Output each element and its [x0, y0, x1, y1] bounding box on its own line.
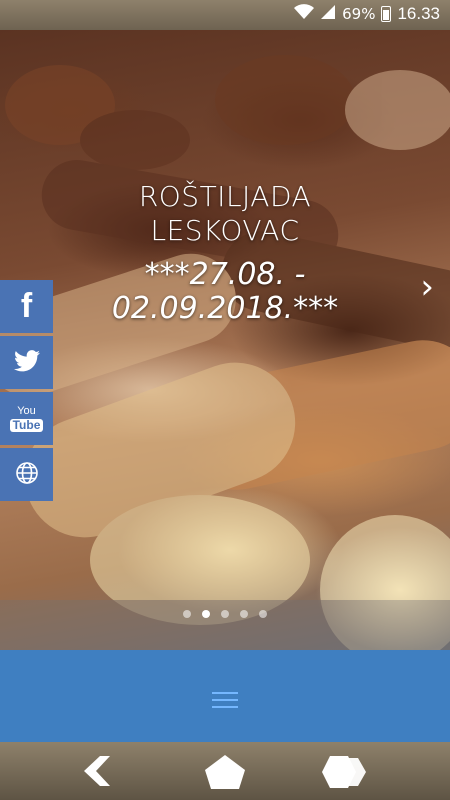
- facebook-button[interactable]: f: [0, 280, 53, 333]
- status-bar: 69% 16.33: [0, 0, 450, 30]
- slider-pagination: [0, 610, 450, 618]
- back-icon[interactable]: [82, 754, 122, 792]
- system-nav-bar: [0, 742, 450, 800]
- hero-slider[interactable]: ROŠTILJADA LESKOVAC ***27.08. - 02.09.20…: [0, 30, 450, 650]
- youtube-icon: You Tube: [9, 405, 44, 432]
- home-icon[interactable]: [204, 754, 246, 794]
- hamburger-menu-icon[interactable]: [212, 692, 238, 712]
- next-slide-arrow[interactable]: ›: [420, 270, 434, 304]
- event-date: ***27.08. - 02.09.2018.***: [111, 257, 339, 326]
- signal-icon: [320, 4, 336, 24]
- food-photo: [0, 55, 450, 650]
- battery-percent: 69%: [342, 5, 376, 23]
- wifi-icon: [294, 4, 315, 24]
- slide-dot[interactable]: [221, 610, 229, 618]
- slide-dot-active[interactable]: [202, 610, 210, 618]
- recent-apps-icon[interactable]: [318, 754, 370, 794]
- youtube-button[interactable]: You Tube: [0, 392, 53, 445]
- facebook-icon: f: [20, 287, 33, 325]
- battery-icon: [381, 6, 392, 22]
- website-button[interactable]: [0, 448, 53, 501]
- menu-bar: [0, 650, 450, 742]
- clock: 16.33: [397, 4, 440, 23]
- twitter-button[interactable]: [0, 336, 53, 389]
- slide-dot[interactable]: [240, 610, 248, 618]
- social-links: f You Tube: [0, 280, 53, 504]
- globe-icon: [15, 461, 39, 489]
- event-title: ROŠTILJADA LESKOVAC: [138, 180, 312, 247]
- slide-dot[interactable]: [183, 610, 191, 618]
- slide-dot[interactable]: [259, 610, 267, 618]
- twitter-icon: [13, 349, 40, 376]
